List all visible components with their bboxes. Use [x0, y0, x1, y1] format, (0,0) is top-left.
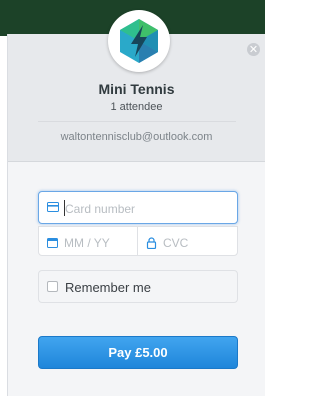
remember-me-label: Remember me: [65, 280, 151, 295]
card-number-placeholder: Card number: [65, 202, 136, 216]
pay-button[interactable]: Pay £5.00: [38, 336, 238, 369]
remember-me-toggle[interactable]: Remember me: [38, 270, 238, 303]
close-icon[interactable]: ✕: [247, 43, 260, 56]
customer-email: waltontennisclub@outlook.com: [60, 131, 213, 143]
cvc-placeholder: CVC: [163, 236, 189, 250]
credit-card-icon: [47, 202, 59, 212]
expiry-placeholder: MM / YY: [64, 236, 110, 250]
merchant-logo: [108, 10, 170, 72]
calendar-icon: [47, 238, 58, 248]
header-divider: [38, 121, 236, 122]
cvc-input[interactable]: CVC: [137, 226, 238, 256]
remember-me-checkbox[interactable]: [47, 281, 58, 292]
lock-icon: [146, 237, 157, 249]
attendee-count: 1 attendee: [110, 101, 163, 113]
expiry-input[interactable]: MM / YY: [38, 226, 138, 256]
checkout-dialog: ✕ Mini Tennis 1 attendee waltontennisclu…: [7, 10, 265, 396]
dialog-header: ✕ Mini Tennis 1 attendee waltontennisclu…: [8, 10, 265, 162]
lightning-hexagon-logo-icon: [120, 19, 158, 63]
merchant-name: Mini Tennis: [98, 81, 175, 97]
card-number-input[interactable]: Card number: [38, 191, 238, 224]
